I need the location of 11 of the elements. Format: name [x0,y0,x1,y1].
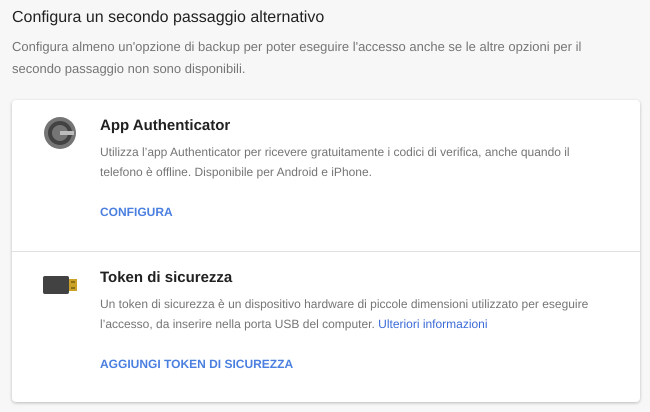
option-description: Utilizza l’app Authenticator per ricevere gratuitamente i codici di verifica, anche quando il telefono è offline. Disponibile per Android e iPhone. [100,144,571,181]
more-info-link[interactable]: Ulteriori informazioni [378,317,488,331]
option-action-button[interactable]: AGGIUNGI TOKEN DI SICUREZZA [100,354,294,374]
usb-key-icon [43,276,77,294]
option-action-button[interactable]: CONFIGURA [100,202,173,222]
authenticator-icon [43,116,77,150]
option-title: Token di sicurezza [100,268,234,288]
option-description: Un token di sicurezza è un dispositivo hardware di piccole dimensioni utilizzato per eseguire l’accesso, da inserire nella porta USB del computer. Ulteriori informazioni [100,296,590,333]
section-description: Configura almeno un'opzione di backup per poter eseguire l'accesso anche se le altre opzioni per il secondo passaggio non sono disponibili. [12,38,582,78]
section-title: Configura un secondo passaggio alternativo [12,8,326,28]
option-title: App Authenticator [100,116,232,136]
